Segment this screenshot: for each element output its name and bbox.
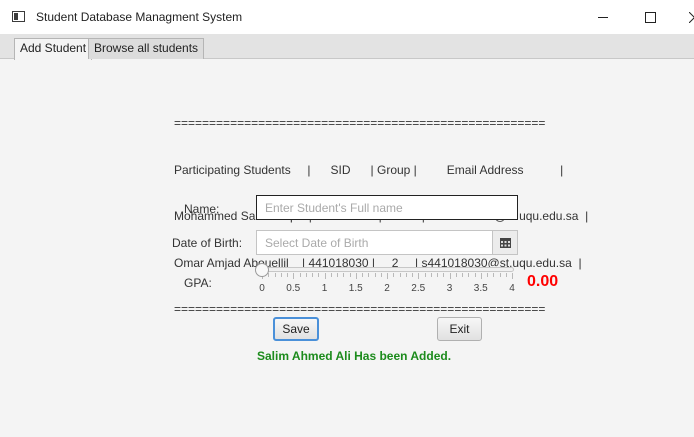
name-label: Name: (184, 202, 220, 216)
slider-minor-tick (368, 273, 370, 277)
slider-tick-label: 2.5 (411, 283, 426, 294)
table-divider: ========================================… (174, 116, 546, 130)
close-icon (689, 12, 694, 23)
tab-bar: Add Student Browse all students (0, 34, 694, 60)
slider-tick-label: 1.5 (348, 283, 363, 294)
table-divider: ========================================… (174, 302, 546, 316)
slider-minor-tick (393, 273, 395, 277)
slider-minor-tick (424, 273, 426, 277)
slider-major-tick (512, 273, 513, 279)
close-button[interactable] (672, 0, 694, 34)
slider-minor-tick (493, 273, 495, 277)
slider-major-tick (324, 273, 326, 279)
slider-tick-label: 0.5 (286, 283, 301, 294)
slider-minor-tick (274, 273, 276, 277)
slider-minor-tick (330, 273, 332, 277)
slider-major-tick (449, 273, 451, 279)
date-of-birth-label: Date of Birth: (172, 236, 243, 250)
slider-tick-label: 0 (259, 283, 265, 294)
slider-major-tick (480, 273, 482, 279)
slider-minor-tick (280, 273, 282, 277)
window-icon (12, 11, 25, 22)
maximize-button[interactable] (628, 0, 672, 34)
slider-minor-tick (380, 273, 382, 277)
slider-minor-tick (268, 273, 270, 277)
date-of-birth-input[interactable] (256, 230, 492, 255)
tab-add-student[interactable]: Add Student (14, 38, 93, 60)
tab-browse-all-students[interactable]: Browse all students (88, 38, 205, 59)
slider-minor-tick (455, 273, 457, 277)
slider-tick-label: 4 (509, 283, 515, 294)
slider-minor-tick (312, 273, 313, 277)
slider-minor-tick (405, 273, 407, 277)
title-bar: Student Database Managment System (0, 0, 694, 34)
slider-minor-tick (299, 273, 301, 277)
slider-tick-label: 1 (321, 283, 328, 294)
name-input[interactable] (256, 195, 518, 220)
slider-tick-label: 3.5 (473, 283, 488, 294)
slider-major-tick (355, 273, 357, 279)
slider-minor-tick (374, 273, 376, 277)
table-header: Participating Students | SID | Group | E… (174, 162, 564, 177)
slider-tick-label: 3 (446, 283, 453, 294)
slider-minor-tick (337, 273, 338, 277)
slider-major-tick (387, 273, 388, 279)
gpa-slider-track[interactable] (258, 267, 514, 272)
slider-minor-tick (343, 273, 345, 277)
slider-minor-tick (499, 273, 501, 277)
slider-minor-tick (305, 273, 307, 277)
slider-minor-tick (318, 273, 320, 277)
slider-minor-tick (487, 273, 488, 277)
slider-minor-tick (412, 273, 413, 277)
slider-tick-label: 2 (384, 283, 390, 294)
gpa-value: 0.00 (527, 273, 559, 290)
save-button[interactable]: Save (273, 317, 319, 341)
slider-major-tick (418, 273, 420, 279)
minimize-button[interactable] (580, 0, 624, 34)
slider-minor-tick (362, 273, 363, 277)
slider-minor-tick (468, 273, 470, 277)
slider-minor-tick (474, 273, 476, 277)
slider-minor-tick (505, 273, 507, 277)
slider-major-tick (293, 273, 295, 279)
window-title: Student Database Managment System (36, 10, 243, 24)
exit-button[interactable]: Exit (437, 317, 482, 341)
gpa-label: GPA: (184, 276, 212, 290)
calendar-icon (500, 238, 511, 248)
status-message: Salim Ahmed Ali Has been Added. (257, 349, 452, 363)
gpa-slider-thumb[interactable] (255, 263, 269, 277)
slider-minor-tick (399, 273, 401, 277)
slider-minor-tick (443, 273, 445, 277)
slider-minor-tick (430, 273, 432, 277)
date-picker-button[interactable] (492, 230, 518, 255)
slider-minor-tick (349, 273, 351, 277)
slider-minor-tick (287, 273, 288, 277)
slider-minor-tick (462, 273, 463, 277)
slider-minor-tick (437, 273, 438, 277)
